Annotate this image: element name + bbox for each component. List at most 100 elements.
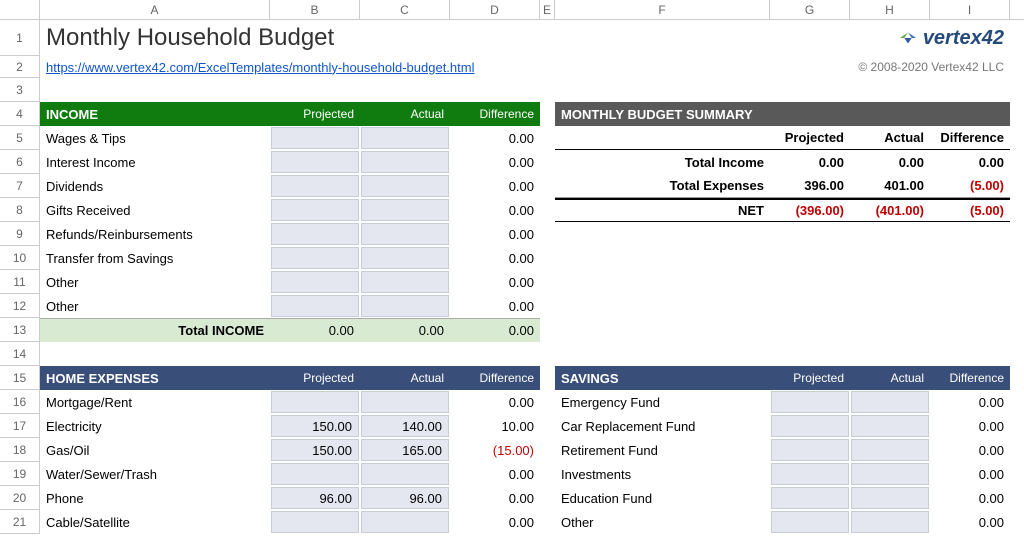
sv-item-diff[interactable]: 0.00	[930, 414, 1010, 438]
col-header-B[interactable]: B	[270, 0, 360, 20]
hx-item-projected[interactable]	[271, 391, 359, 413]
summary-blank[interactable]	[555, 126, 770, 150]
blank-cell[interactable]	[555, 20, 850, 56]
gap-cell[interactable]	[540, 438, 555, 462]
income-item-label[interactable]: Interest Income	[40, 150, 270, 174]
sv-item-label[interactable]: Investments	[555, 462, 770, 486]
summary-net-val[interactable]: (401.00)	[850, 198, 930, 222]
savings-header[interactable]: SAVINGS	[555, 366, 770, 390]
template-link[interactable]: https://www.vertex42.com/ExcelTemplates/…	[46, 60, 474, 75]
row-header-18[interactable]: 18	[0, 438, 40, 462]
income-item-label[interactable]: Other	[40, 270, 270, 294]
hx-item-label[interactable]: Mortgage/Rent	[40, 390, 270, 414]
gap-cell[interactable]	[540, 390, 555, 414]
gap-cell[interactable]	[540, 414, 555, 438]
gap-cell[interactable]	[540, 126, 555, 150]
sv-item-diff[interactable]: 0.00	[930, 510, 1010, 534]
summary-row-label[interactable]: Total Income	[555, 150, 770, 174]
row-header-6[interactable]: 6	[0, 150, 40, 174]
sv-item-actual[interactable]	[851, 415, 929, 437]
hx-item-diff[interactable]: 0.00	[450, 390, 540, 414]
home-expenses-header[interactable]: HOME EXPENSES	[40, 366, 270, 390]
row-header-17[interactable]: 17	[0, 414, 40, 438]
summary-val[interactable]: 0.00	[850, 150, 930, 174]
col-header-F[interactable]: F	[555, 0, 770, 20]
gap-cell[interactable]	[540, 462, 555, 486]
summary-val[interactable]: 401.00	[850, 174, 930, 198]
sv-item-projected[interactable]	[771, 391, 849, 413]
hx-item-diff[interactable]: 0.00	[450, 510, 540, 534]
hx-item-label[interactable]: Electricity	[40, 414, 270, 438]
sv-item-actual[interactable]	[851, 511, 929, 533]
income-item-label[interactable]: Transfer from Savings	[40, 246, 270, 270]
spreadsheet[interactable]: A B C D E F G H I 1 Monthly Household Bu…	[0, 0, 1024, 543]
blank-cell[interactable]	[540, 222, 1010, 246]
hx-item-label[interactable]: Water/Sewer/Trash	[40, 462, 270, 486]
row-header-8[interactable]: 8	[0, 198, 40, 222]
row-header-21[interactable]: 21	[0, 510, 40, 534]
page-title[interactable]: Monthly Household Budget	[40, 20, 555, 56]
row-header-15[interactable]: 15	[0, 366, 40, 390]
hx-item-label[interactable]: Cable/Satellite	[40, 510, 270, 534]
hx-item-label[interactable]: Phone	[40, 486, 270, 510]
hx-item-diff[interactable]: 0.00	[450, 486, 540, 510]
row-header-16[interactable]: 16	[0, 390, 40, 414]
row-header-5[interactable]: 5	[0, 126, 40, 150]
gap-cell[interactable]	[540, 486, 555, 510]
row-header-12[interactable]: 12	[0, 294, 40, 318]
sv-item-actual[interactable]	[851, 391, 929, 413]
gap-cell[interactable]	[540, 510, 555, 534]
income-item-projected[interactable]	[271, 175, 359, 197]
row-header-13[interactable]: 13	[0, 318, 40, 342]
summary-net-val[interactable]: (5.00)	[930, 198, 1010, 222]
hx-item-projected[interactable]	[271, 463, 359, 485]
hx-item-label[interactable]: Gas/Oil	[40, 438, 270, 462]
hx-item-projected[interactable]: 150.00	[271, 415, 359, 437]
row-header-19[interactable]: 19	[0, 462, 40, 486]
row-header-1[interactable]: 1	[0, 20, 40, 56]
income-item-actual[interactable]	[361, 199, 449, 221]
income-item-actual[interactable]	[361, 175, 449, 197]
income-total-label[interactable]: Total INCOME	[40, 318, 270, 342]
row-header-3[interactable]: 3	[0, 78, 40, 102]
gap-cell[interactable]	[540, 102, 555, 126]
template-link-cell[interactable]: https://www.vertex42.com/ExcelTemplates/…	[40, 56, 540, 78]
sv-item-projected[interactable]	[771, 463, 849, 485]
sv-item-diff[interactable]: 0.00	[930, 438, 1010, 462]
summary-val[interactable]: 0.00	[930, 150, 1010, 174]
income-item-projected[interactable]	[271, 127, 359, 149]
hx-item-diff[interactable]: 10.00	[450, 414, 540, 438]
row-header-7[interactable]: 7	[0, 174, 40, 198]
sv-item-diff[interactable]: 0.00	[930, 390, 1010, 414]
income-item-diff[interactable]: 0.00	[450, 246, 540, 270]
hx-item-projected[interactable]	[271, 511, 359, 533]
sv-item-label[interactable]: Other	[555, 510, 770, 534]
gap-cell[interactable]	[540, 366, 555, 390]
hx-item-actual[interactable]: 140.00	[361, 415, 449, 437]
income-item-projected[interactable]	[271, 151, 359, 173]
blank-cell[interactable]	[540, 56, 555, 78]
row-header-20[interactable]: 20	[0, 486, 40, 510]
income-item-label[interactable]: Gifts Received	[40, 198, 270, 222]
income-item-label[interactable]: Dividends	[40, 174, 270, 198]
col-header-A[interactable]: A	[40, 0, 270, 20]
blank-cell[interactable]	[540, 294, 1010, 318]
income-item-actual[interactable]	[361, 127, 449, 149]
sv-item-projected[interactable]	[771, 439, 849, 461]
summary-val[interactable]: (5.00)	[930, 174, 1010, 198]
blank-row[interactable]	[40, 342, 1010, 366]
sv-item-diff[interactable]: 0.00	[930, 486, 1010, 510]
row-header-2[interactable]: 2	[0, 56, 40, 78]
income-item-diff[interactable]: 0.00	[450, 150, 540, 174]
row-header-9[interactable]: 9	[0, 222, 40, 246]
col-header-H[interactable]: H	[850, 0, 930, 20]
gap-cell[interactable]	[540, 150, 555, 174]
gap-cell[interactable]	[540, 198, 555, 222]
summary-header[interactable]: MONTHLY BUDGET SUMMARY	[555, 102, 1010, 126]
col-header-C[interactable]: C	[360, 0, 450, 20]
income-item-actual[interactable]	[361, 223, 449, 245]
blank-cell[interactable]	[540, 246, 1010, 270]
sv-item-label[interactable]: Education Fund	[555, 486, 770, 510]
sv-item-diff[interactable]: 0.00	[930, 462, 1010, 486]
income-item-label[interactable]: Wages & Tips	[40, 126, 270, 150]
